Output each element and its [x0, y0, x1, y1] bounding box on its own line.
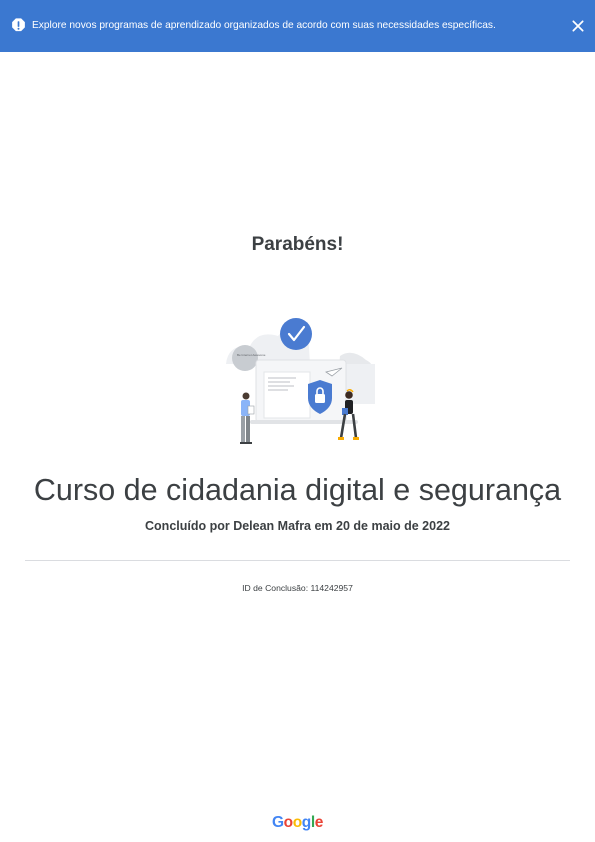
be-internet-awesome-badge: [232, 345, 258, 371]
divider: [25, 560, 570, 561]
completed-by-line: Concluído por Delean Mafra em 20 de maio…: [145, 519, 450, 533]
logo-letter: o: [292, 814, 302, 831]
logo-letter: o: [283, 814, 293, 831]
close-icon[interactable]: [570, 18, 586, 34]
congratulations-heading: Parabéns!: [251, 234, 344, 255]
notification-banner: Explore novos programas de aprendizado o…: [0, 0, 595, 52]
logo-letter: G: [271, 814, 284, 831]
logo-letter: g: [301, 814, 311, 831]
logo-letter: e: [314, 814, 324, 831]
security-illustration: Be Internet Awesome: [226, 318, 375, 444]
google-logo: Google: [0, 814, 595, 832]
completion-id: ID de Conclusão: 114242957: [242, 583, 353, 593]
course-title: Curso de cidadania digital e segurança: [33, 473, 562, 507]
banner-message: Explore novos programas de aprendizado o…: [32, 20, 496, 31]
badge-text: Be Internet Awesome: [237, 353, 266, 357]
alert-icon: [12, 18, 25, 32]
check-icon: [280, 318, 312, 350]
